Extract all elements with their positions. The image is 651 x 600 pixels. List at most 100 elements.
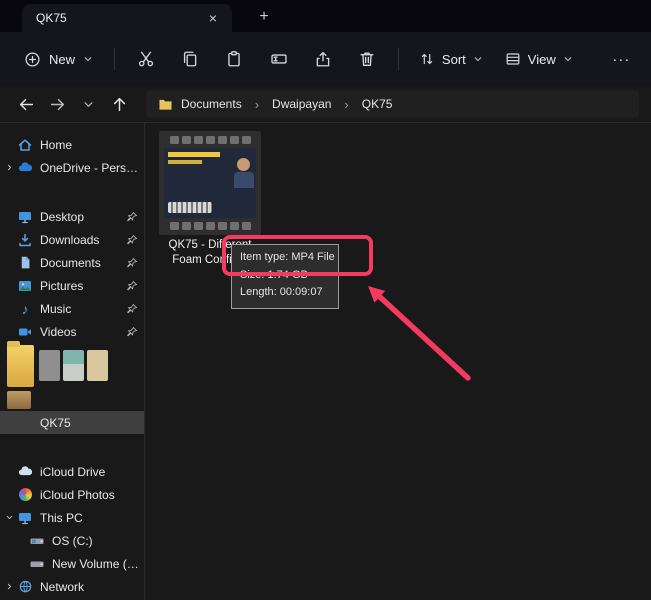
view-button[interactable]: View: [494, 42, 584, 76]
sidebar-item-network[interactable]: Network: [0, 575, 144, 598]
network-globe-icon: [16, 579, 34, 595]
chevron-down-icon: [563, 54, 573, 64]
sidebar-item-documents[interactable]: Documents: [0, 251, 144, 274]
breadcrumb-item-dwaipayan[interactable]: Dwaipayan: [270, 95, 333, 113]
video-frame-preview: [164, 148, 256, 218]
sidebar-item-this-pc[interactable]: This PC: [0, 506, 144, 529]
sidebar-item-new-volume-d[interactable]: New Volume (D:): [0, 552, 144, 575]
tab-close-icon[interactable]: ×: [204, 9, 222, 27]
chevron-right-icon[interactable]: [3, 582, 16, 591]
pin-icon: [124, 303, 139, 315]
sidebar-item-icloud-drive[interactable]: iCloud Drive: [0, 460, 144, 483]
delete-button[interactable]: [345, 42, 389, 76]
tooltip-item-type: Item type: MP4 File: [240, 249, 330, 267]
copy-button[interactable]: [168, 42, 212, 76]
sidebar-item-qk75[interactable]: QK75: [0, 411, 144, 434]
sidebar-item-os-c[interactable]: OS (C:): [0, 529, 144, 552]
tooltip-length: Length: 00:09:07: [240, 284, 330, 302]
back-button[interactable]: [12, 91, 40, 118]
document-icon: [16, 255, 34, 271]
paste-button[interactable]: [212, 42, 256, 76]
sidebar-item-onedrive[interactable]: OneDrive - Personal: [0, 156, 144, 179]
drive-icon: [28, 556, 46, 572]
breadcrumb-item-qk75[interactable]: QK75: [360, 95, 395, 113]
rename-button[interactable]: [256, 42, 300, 76]
thumbnail-swatch: [63, 350, 84, 381]
recent-locations-button[interactable]: [74, 91, 102, 118]
folder-icon: [158, 98, 173, 111]
sidebar-folder-thumbnails: [0, 343, 144, 411]
forward-button[interactable]: [43, 91, 71, 118]
icloud-drive-icon: [16, 464, 34, 480]
pin-icon: [124, 257, 139, 269]
onedrive-icon: [16, 160, 34, 176]
pin-icon: [124, 211, 139, 223]
command-toolbar: New Sort Vie: [0, 32, 651, 86]
new-button[interactable]: New: [12, 42, 105, 76]
sidebar-item-pictures[interactable]: Pictures: [0, 274, 144, 297]
sidebar-item-home[interactable]: Home: [0, 133, 144, 156]
pin-icon: [124, 234, 139, 246]
chevron-down-icon: [83, 54, 93, 64]
sort-button[interactable]: Sort: [408, 42, 494, 76]
view-icon: [505, 51, 521, 67]
new-icon: [24, 51, 41, 68]
sidebar-item-icloud-photos[interactable]: iCloud Photos: [0, 483, 144, 506]
pin-icon: [124, 326, 139, 338]
sidebar-item-desktop[interactable]: Desktop: [0, 205, 144, 228]
file-explorer-window: QK75 × + New: [0, 0, 651, 600]
thumbnail-swatch: [87, 350, 108, 381]
sidebar-item-videos[interactable]: Videos: [0, 320, 144, 343]
pin-icon: [124, 280, 139, 292]
icloud-photos-icon: [16, 487, 34, 503]
paste-icon: [225, 50, 243, 68]
desktop-icon: [16, 209, 34, 225]
tooltip-size: Size: 1.74 GB: [240, 267, 330, 285]
video-thumbnail: [159, 131, 261, 235]
trash-icon: [358, 50, 376, 68]
sort-icon: [419, 51, 435, 67]
tab-title: QK75: [36, 11, 204, 25]
main-area: Home OneDrive - Personal Desktop Downloa…: [0, 123, 651, 600]
folder-thumbnail-icon[interactable]: [7, 345, 34, 387]
folder-thumbnail-icon[interactable]: [7, 391, 31, 409]
music-note-icon: ♪: [16, 301, 34, 317]
arrow-up-icon: [111, 96, 128, 113]
rename-icon: [270, 50, 288, 68]
arrow-left-icon: [18, 96, 35, 113]
scissors-icon: [137, 50, 155, 68]
toolbar-divider: [398, 48, 399, 70]
sidebar-item-music[interactable]: ♪ Music: [0, 297, 144, 320]
pictures-icon: [16, 278, 34, 294]
chevron-right-icon[interactable]: [3, 163, 16, 172]
copy-icon: [181, 50, 199, 68]
breadcrumb-separator: ›: [339, 97, 353, 112]
chevron-down-icon: [83, 99, 94, 110]
breadcrumb-item-documents[interactable]: Documents: [179, 95, 244, 113]
address-bar[interactable]: Documents › Dwaipayan › QK75: [146, 90, 639, 118]
new-button-label: New: [49, 52, 75, 67]
up-button[interactable]: [105, 91, 133, 118]
os-drive-icon: [28, 533, 46, 549]
chevron-down-icon[interactable]: [3, 513, 16, 522]
cut-button[interactable]: [124, 42, 168, 76]
file-info-tooltip: Item type: MP4 File Size: 1.74 GB Length…: [231, 244, 339, 309]
tab-qk75[interactable]: QK75 ×: [22, 4, 232, 32]
home-icon: [16, 137, 34, 153]
new-tab-button[interactable]: +: [252, 5, 276, 29]
thumbnail-swatch: [39, 350, 60, 381]
navigation-bar: Documents › Dwaipayan › QK75: [0, 86, 651, 123]
videos-icon: [16, 324, 34, 340]
see-more-button[interactable]: ···: [604, 42, 639, 76]
navigation-pane: Home OneDrive - Personal Desktop Downloa…: [0, 123, 145, 600]
tab-bar: QK75 × +: [0, 0, 651, 32]
sidebar-item-downloads[interactable]: Downloads: [0, 228, 144, 251]
share-button[interactable]: [301, 42, 345, 76]
view-button-label: View: [528, 52, 556, 67]
sort-button-label: Sort: [442, 52, 466, 67]
breadcrumb-separator: ›: [250, 97, 264, 112]
file-list-area[interactable]: QK75 - Different Foam Config... Item typ…: [145, 123, 651, 600]
arrow-right-icon: [49, 96, 66, 113]
downloads-icon: [16, 232, 34, 248]
chevron-down-icon: [473, 54, 483, 64]
